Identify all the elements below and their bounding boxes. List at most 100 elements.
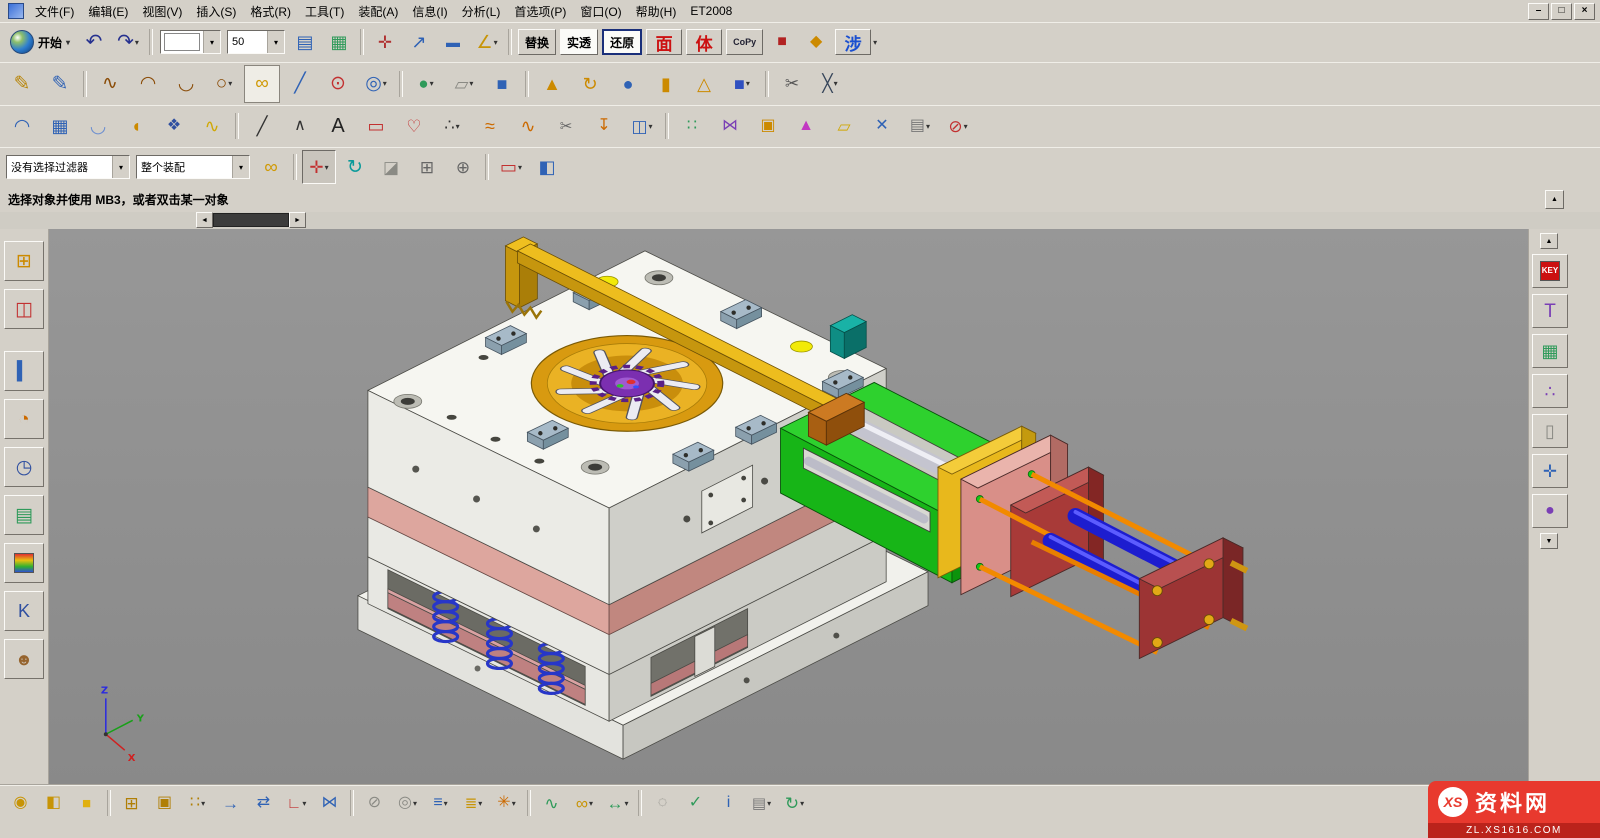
- clipboard-dropdown[interactable]: ▾: [926, 122, 930, 131]
- point-curve-dropdown[interactable]: ▾: [456, 122, 460, 131]
- replace-button[interactable]: 替换: [518, 29, 556, 55]
- orbit-icon[interactable]: ⊕: [446, 150, 480, 184]
- assembly-info-icon[interactable]: i: [713, 788, 744, 818]
- arc-icon[interactable]: ◠: [130, 65, 166, 103]
- new-component-icon[interactable]: ▣: [149, 788, 180, 818]
- revolve-icon[interactable]: ↻: [572, 65, 608, 103]
- explode-dropdown[interactable]: ▾: [512, 799, 516, 808]
- assembly-navigator-icon[interactable]: ⊞: [4, 241, 44, 281]
- wipe-icon[interactable]: ◪: [374, 150, 408, 184]
- add-component-icon[interactable]: ⊞: [116, 788, 147, 818]
- red-solid-icon[interactable]: ■: [766, 26, 798, 58]
- prompt-scroll-up-button[interactable]: ▲: [1545, 190, 1564, 209]
- datum-plane-icon[interactable]: ▱▾: [446, 65, 482, 103]
- check-mate-icon[interactable]: ✓: [680, 788, 711, 818]
- explode-icon[interactable]: ✳▾: [491, 788, 522, 818]
- swept-icon[interactable]: ◡: [80, 107, 116, 145]
- snap-point-icon[interactable]: ✛▾: [302, 150, 336, 184]
- stop-block[interactable]: [830, 315, 866, 359]
- reuse-library-icon[interactable]: ◔: [4, 399, 44, 439]
- clearance-analysis-dropdown[interactable]: ▾: [624, 799, 628, 808]
- interpart-link-icon[interactable]: ∞▾: [569, 788, 600, 818]
- assembly-constraints-icon[interactable]: ∟▾: [281, 788, 312, 818]
- clearance-analysis-icon[interactable]: ↔▾: [602, 788, 633, 818]
- basic-line-icon[interactable]: ╱: [244, 107, 280, 145]
- start-dropdown-icon[interactable]: ▾: [66, 38, 70, 47]
- copy-button[interactable]: CoPy: [726, 29, 763, 55]
- bridge-curve-icon[interactable]: ∿: [510, 107, 546, 145]
- extrude-icon[interactable]: ▲: [534, 65, 570, 103]
- polyline-icon[interactable]: ∧: [282, 107, 318, 145]
- key-icon[interactable]: KEY: [1532, 254, 1568, 288]
- selection-filter-combo[interactable]: 没有选择过滤器 ▾: [6, 155, 130, 179]
- sequence-dropdown[interactable]: ▾: [478, 799, 482, 808]
- project-curve-icon[interactable]: ↧: [586, 107, 622, 145]
- interpart-chain-icon[interactable]: ∞: [254, 150, 288, 184]
- menu-window[interactable]: 窗口(O): [573, 1, 628, 22]
- menu-edit[interactable]: 编辑(E): [81, 1, 135, 22]
- sheet-body-icon[interactable]: ▱: [826, 107, 862, 145]
- edit-suppression-dropdown[interactable]: ▾: [413, 799, 417, 808]
- find-component-icon[interactable]: ◉: [5, 788, 36, 818]
- roles-icon[interactable]: ☻: [4, 639, 44, 679]
- datum-csys-dropdown[interactable]: ▾: [834, 79, 838, 88]
- update-structure-icon[interactable]: ↻▾: [779, 788, 810, 818]
- redo-dropdown[interactable]: ▾: [135, 38, 139, 47]
- trim-curve-icon[interactable]: ✂: [548, 107, 584, 145]
- tip-scroll-thumb[interactable]: [213, 213, 289, 227]
- graphics-viewport[interactable]: Z Y X: [49, 229, 1528, 786]
- helix-icon[interactable]: ∿: [92, 65, 128, 103]
- replace-component-icon[interactable]: ⇄: [248, 788, 279, 818]
- menu-preferences[interactable]: 首选项(P): [507, 1, 573, 22]
- menu-tools[interactable]: 工具(T): [298, 1, 351, 22]
- menu-format[interactable]: 格式(R): [243, 1, 298, 22]
- rotor-hub[interactable]: [593, 366, 661, 400]
- delete-face-icon[interactable]: ✕: [864, 107, 900, 145]
- notebook-icon[interactable]: ▤: [4, 495, 44, 535]
- clipboard-icon[interactable]: ▤▾: [902, 107, 938, 145]
- stock-blocks-icon[interactable]: ▦: [1532, 334, 1568, 368]
- sketch-in-task-icon[interactable]: ✎: [42, 65, 78, 103]
- menu-help[interactable]: 帮助(H): [629, 1, 684, 22]
- she-button[interactable]: 涉: [835, 29, 871, 55]
- hydraulic-cylinder[interactable]: [938, 426, 1247, 658]
- menu-et2008[interactable]: ET2008: [683, 2, 739, 20]
- wave-geometry-linker-icon[interactable]: ∿: [536, 788, 567, 818]
- arrangements-icon[interactable]: ≡▾: [425, 788, 456, 818]
- ruler-icon[interactable]: ▬: [437, 26, 469, 58]
- minimize-button[interactable]: –: [1528, 3, 1549, 20]
- work-layer-combo[interactable]: 50 ▾: [227, 30, 285, 54]
- layer-category-icon[interactable]: ▦: [323, 26, 355, 58]
- boolean-unite-dropdown[interactable]: ▾: [430, 79, 434, 88]
- emboss-icon[interactable]: ◫▾: [624, 107, 660, 145]
- close-button[interactable]: ×: [1574, 3, 1595, 20]
- body-button[interactable]: 体: [686, 29, 722, 55]
- menu-information[interactable]: 信息(I): [405, 1, 454, 22]
- palette-scroll-down-button[interactable]: ▼: [1540, 533, 1558, 549]
- pan-icon[interactable]: ⊞: [410, 150, 444, 184]
- rectangle-select-dropdown[interactable]: ▾: [518, 163, 522, 172]
- mirror-feature-icon[interactable]: ⋈: [712, 107, 748, 145]
- pattern-component-icon[interactable]: ∷▾: [182, 788, 213, 818]
- constraint-navigator-icon[interactable]: ◫: [4, 289, 44, 329]
- show-component-icon[interactable]: ■: [71, 788, 102, 818]
- interpart-link-dropdown[interactable]: ▾: [589, 799, 593, 808]
- start-button[interactable]: 开始 ▾: [3, 27, 77, 57]
- display-color-dropdown-icon[interactable]: ▾: [203, 31, 220, 53]
- tool-post-icon[interactable]: T: [1532, 294, 1568, 328]
- sleeve-tool-icon[interactable]: ▯: [1532, 414, 1568, 448]
- suppress-component-icon[interactable]: ⊘: [359, 788, 390, 818]
- point-icon[interactable]: ⊙: [320, 65, 356, 103]
- menu-insert[interactable]: 插入(S): [189, 1, 243, 22]
- gold-solid-icon[interactable]: ◆: [800, 26, 832, 58]
- boolean-unite-icon[interactable]: ●▾: [408, 65, 444, 103]
- line-icon[interactable]: ╱: [282, 65, 318, 103]
- through-mesh-icon[interactable]: ▦: [42, 107, 78, 145]
- update-structure-dropdown[interactable]: ▾: [800, 799, 804, 808]
- point-curve-icon[interactable]: ∴▾: [434, 107, 470, 145]
- move-component-icon[interactable]: →: [215, 788, 246, 818]
- orient-view-icon[interactable]: ✛: [369, 26, 401, 58]
- snap-point-dropdown[interactable]: ▾: [325, 163, 329, 172]
- datum-plane-dropdown[interactable]: ▾: [469, 79, 473, 88]
- emboss-dropdown[interactable]: ▾: [649, 122, 653, 131]
